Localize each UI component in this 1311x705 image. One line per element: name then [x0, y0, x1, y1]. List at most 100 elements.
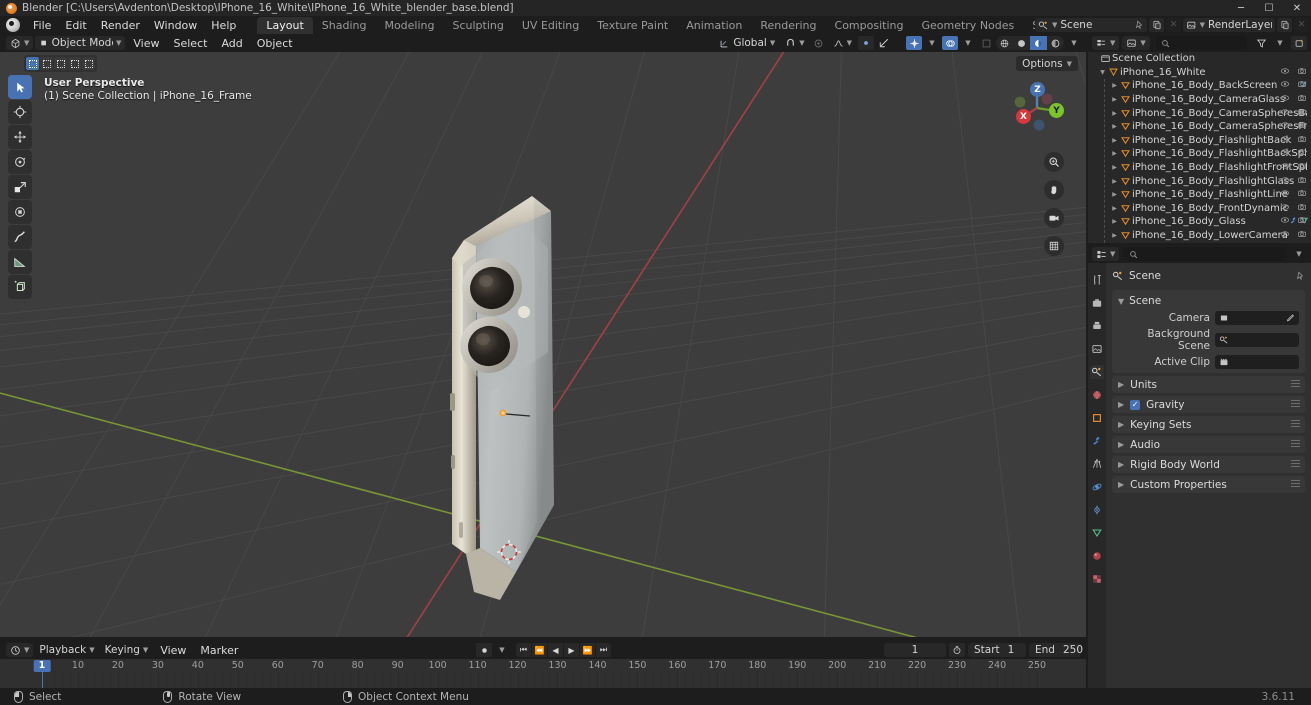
viewport-menu-select[interactable]: Select: [168, 36, 214, 51]
view-layer-selector[interactable]: ▼ RenderLayer: [1183, 18, 1275, 32]
outliner-row-object[interactable]: ▶ iPhone_16_Body_CameraGlass: [1088, 93, 1311, 107]
tab-object[interactable]: [1090, 411, 1104, 425]
tab-geometry-nodes[interactable]: Geometry Nodes: [912, 17, 1023, 34]
use-preview-range-button[interactable]: [949, 643, 965, 657]
outliner-row-object[interactable]: ▶ iPhone_16_Body_LowerCamera: [1088, 229, 1311, 243]
disclosure-icon[interactable]: ▶: [1110, 164, 1119, 171]
property-panel-custom-properties[interactable]: ▶ Custom Properties: [1112, 476, 1305, 493]
tab-shading[interactable]: Shading: [313, 17, 376, 34]
outliner-row-scene-collection[interactable]: Scene Collection: [1088, 52, 1311, 66]
outliner-editor-type[interactable]: ▼: [1092, 36, 1120, 50]
tab-scene[interactable]: [1090, 365, 1104, 379]
panel-checkbox[interactable]: ✓: [1130, 399, 1141, 410]
close-button[interactable]: ✕: [1283, 0, 1311, 16]
tool-scale[interactable]: [8, 175, 32, 199]
property-panel-rigid-body-world[interactable]: ▶ Rigid Body World: [1112, 456, 1305, 473]
outliner-row-object[interactable]: ▶ iPhone_16_Body_FlashlightBack: [1088, 134, 1311, 148]
timeline-ruler[interactable]: 10 20 30 40 50 60 70 80 90 100 110 120 130 140 150 160 1…: [0, 659, 1086, 688]
transform-orientation-selector[interactable]: Global ▼: [715, 36, 779, 50]
xray-toggle[interactable]: [978, 36, 994, 50]
nav-axis-y[interactable]: Y: [1049, 103, 1064, 118]
properties-search-input[interactable]: [1123, 247, 1287, 261]
tab-modeling[interactable]: Modeling: [375, 17, 443, 34]
disclosure-icon[interactable]: ▶: [1110, 232, 1119, 239]
select-intersect-icon[interactable]: [82, 57, 95, 70]
disclosure-icon[interactable]: ▶: [1110, 205, 1119, 212]
tab-texture[interactable]: [1090, 572, 1104, 586]
outliner-row-object[interactable]: ▶ iPhone_16_Body_FlashlightBackSph: [1088, 147, 1311, 161]
property-panel-keying-sets[interactable]: ▶ Keying Sets: [1112, 416, 1305, 433]
tab-output[interactable]: [1090, 319, 1104, 333]
visibility-toggle[interactable]: [858, 36, 874, 50]
background-scene-field[interactable]: [1215, 332, 1299, 347]
tab-render[interactable]: [1090, 296, 1104, 310]
property-panel-gravity[interactable]: ▶ ✓ Gravity: [1112, 396, 1305, 413]
menu-render[interactable]: Render: [94, 17, 147, 34]
tab-particles[interactable]: [1090, 457, 1104, 471]
camera-field[interactable]: [1215, 310, 1299, 325]
tab-data[interactable]: [1090, 526, 1104, 540]
tab-tool[interactable]: [1090, 273, 1104, 287]
select-invert-icon[interactable]: [68, 57, 81, 70]
disclosure-icon[interactable]: ▶: [1110, 191, 1119, 198]
menu-window[interactable]: Window: [147, 17, 204, 34]
new-view-layer-button[interactable]: [1277, 18, 1292, 32]
outliner-row-object[interactable]: ▶ iPhone_16_Body_Glass: [1088, 215, 1311, 229]
disclosure-icon[interactable]: ▶: [1110, 150, 1119, 157]
viewport-menu-object[interactable]: Object: [251, 36, 299, 51]
unlink-scene-button[interactable]: ✕: [1166, 18, 1181, 32]
disclosure-open-icon[interactable]: ▼: [1098, 69, 1107, 76]
disclosure-icon[interactable]: ▶: [1110, 123, 1119, 130]
menu-edit[interactable]: Edit: [58, 17, 93, 34]
tool-add-cube[interactable]: [8, 275, 32, 299]
timeline-menu-keying[interactable]: Keying ▼: [101, 643, 153, 657]
scene-panel-header[interactable]: ▼ Scene: [1112, 293, 1305, 309]
disclosure-icon[interactable]: ▶: [1110, 218, 1119, 225]
property-panel-audio[interactable]: ▶ Audio: [1112, 436, 1305, 453]
active-clip-field[interactable]: [1215, 354, 1299, 369]
proportional-falloff-selector[interactable]: ▼: [829, 36, 856, 50]
properties-editor-type[interactable]: ▼: [1092, 247, 1120, 261]
outliner-tree[interactable]: Scene Collection ▼ iPhone_16_White ▶ iPhone_…: [1088, 52, 1311, 243]
gizmo-toggle[interactable]: [876, 36, 892, 50]
tab-modifiers[interactable]: [1090, 434, 1104, 448]
tool-transform[interactable]: [8, 200, 32, 224]
overlays-dropdown[interactable]: ▼: [960, 36, 976, 50]
keying-dropdown[interactable]: ▼: [494, 643, 510, 657]
disclosure-icon[interactable]: ▶: [1110, 110, 1119, 117]
play-reverse-icon[interactable]: ◀: [548, 643, 563, 657]
3d-viewport[interactable]: User Perspective (1) Scene Collection | …: [0, 52, 1086, 637]
outliner-row-object[interactable]: ▶ iPhone_16_Body_BackScreen: [1088, 79, 1311, 93]
timeline-menu-view[interactable]: View: [154, 643, 192, 658]
tab-animation[interactable]: Animation: [677, 17, 751, 34]
timeline-editor-type[interactable]: ▼: [6, 643, 34, 657]
outliner-search-input[interactable]: [1155, 36, 1247, 50]
jump-to-start-icon[interactable]: ⏮: [516, 643, 531, 657]
outliner-filter-button[interactable]: [1253, 36, 1269, 50]
menu-help[interactable]: Help: [204, 17, 243, 34]
proportional-editing-toggle[interactable]: [811, 36, 827, 50]
timeline-menu-playback[interactable]: Playback ▼: [35, 643, 98, 657]
jump-to-end-icon[interactable]: ⏭: [596, 643, 611, 657]
shading-material-preview-button[interactable]: [1030, 36, 1047, 50]
disclosure-icon[interactable]: ▶: [1110, 82, 1119, 89]
show-gizmo-button[interactable]: [906, 36, 922, 50]
tool-tweak-select-box[interactable]: [8, 75, 32, 99]
tab-rendering[interactable]: Rendering: [751, 17, 825, 34]
disclosure-icon[interactable]: ▶: [1110, 137, 1119, 144]
zoom-icon[interactable]: [1044, 152, 1064, 172]
tab-sculpting[interactable]: Sculpting: [444, 17, 513, 34]
viewport-menu-add[interactable]: Add: [215, 36, 248, 51]
tool-rotate[interactable]: [8, 150, 32, 174]
frame-start-field[interactable]: Start 1: [968, 643, 1026, 657]
navigation-gizmo[interactable]: Z Y X: [1006, 77, 1068, 139]
disclosure-icon[interactable]: ▶: [1110, 96, 1119, 103]
properties-options-dropdown[interactable]: ▼: [1291, 247, 1307, 261]
jump-prev-keyframe-icon[interactable]: ⏪: [532, 643, 547, 657]
play-icon[interactable]: ▶: [564, 643, 579, 657]
outliner-row-object[interactable]: ▶ iPhone_16_Body_FlashlightLine: [1088, 188, 1311, 202]
auto-keying-toggle[interactable]: [476, 643, 492, 657]
outliner-row-object[interactable]: ▶ iPhone_16_Body_FlashlightGlass: [1088, 174, 1311, 188]
frame-end-field[interactable]: End 250: [1029, 643, 1083, 657]
remove-view-layer-button[interactable]: ✕: [1294, 18, 1309, 32]
